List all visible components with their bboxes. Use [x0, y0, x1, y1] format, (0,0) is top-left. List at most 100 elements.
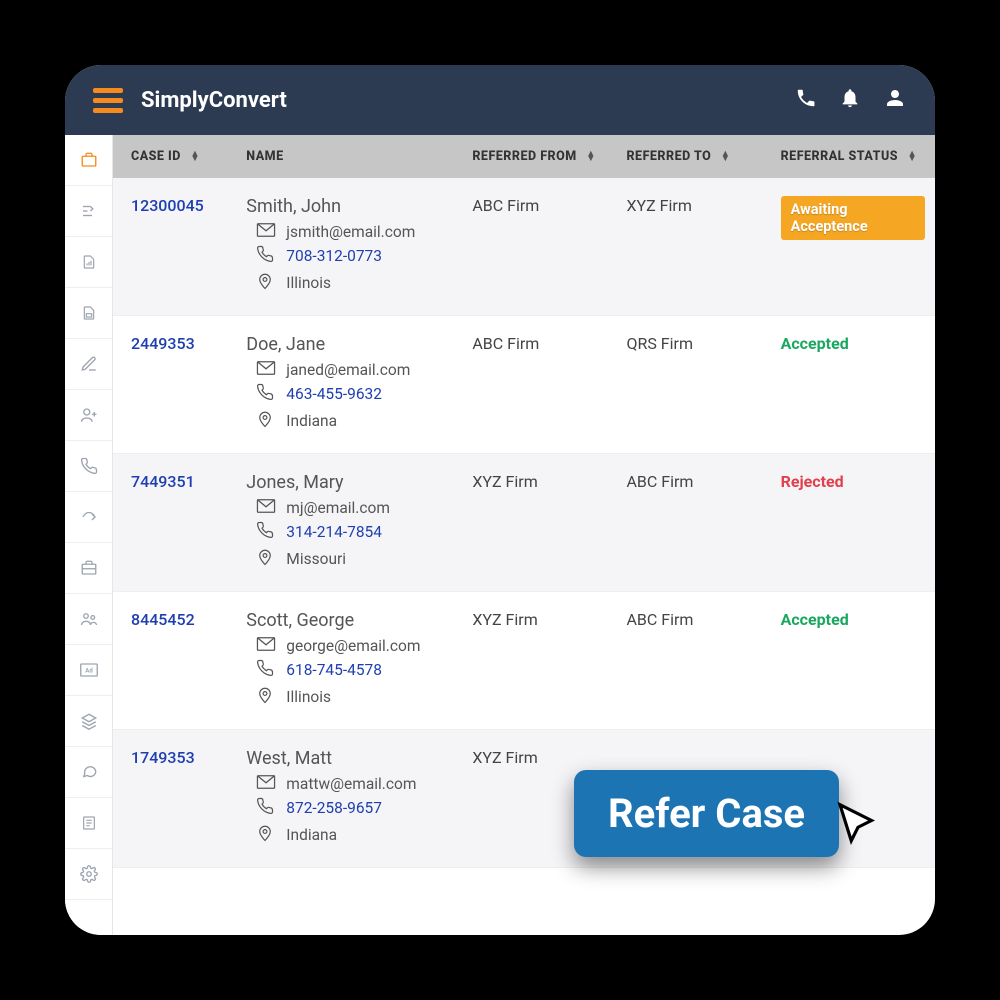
app-header: SimplyConvert: [65, 65, 935, 135]
refer-case-overlay: Refer Case: [574, 770, 885, 857]
sidebar-item-team[interactable]: [65, 594, 112, 645]
contact-email[interactable]: jsmith@email.com: [256, 223, 452, 241]
sidebar-item-briefcase[interactable]: [65, 543, 112, 594]
referred-from-cell: ABC Firm: [462, 178, 616, 316]
sidebar-item-cases[interactable]: [65, 135, 112, 186]
location-icon: [256, 685, 276, 709]
sidebar-item-list[interactable]: [65, 798, 112, 849]
location-icon: [256, 823, 276, 847]
sidebar-item-share[interactable]: [65, 492, 112, 543]
contact-location: Illinois: [256, 271, 452, 295]
app-title: SimplyConvert: [141, 88, 287, 113]
case-id-cell[interactable]: 1749353: [113, 730, 236, 868]
contact-email[interactable]: mj@email.com: [256, 499, 452, 517]
contact-location: Missouri: [256, 547, 452, 571]
col-header-from[interactable]: REFERRED FROM ▲▼: [462, 135, 616, 178]
phone-icon: [256, 383, 276, 405]
contact-location: Illinois: [256, 685, 452, 709]
referred-from-cell: ABC Firm: [462, 316, 616, 454]
contact-phone[interactable]: 463-455-9632: [256, 383, 452, 405]
referred-to-cell: ABC Firm: [616, 592, 770, 730]
contact-phone[interactable]: 708-312-0773: [256, 245, 452, 267]
referred-to-cell: XYZ Firm: [616, 178, 770, 316]
phone-icon: [256, 245, 276, 267]
status-rejected: Rejected: [781, 472, 844, 491]
sidebar-item-report-a[interactable]: [65, 237, 112, 288]
table-row[interactable]: 7449351 Jones, Mary mj@email.com 314-214…: [113, 454, 935, 592]
col-header-caseid[interactable]: CASE ID ▲▼: [113, 135, 236, 178]
app-window: SimplyConvert: [65, 65, 935, 935]
status-badge: Awaiting Acceptence: [781, 196, 925, 240]
location-icon: [256, 409, 276, 433]
contact-location: Indiana: [256, 409, 452, 433]
contact-name: Smith, John: [246, 196, 452, 217]
sort-icon: ▲▼: [721, 152, 730, 162]
name-cell: Scott, George george@email.com 618-745-4…: [236, 592, 462, 730]
referral-status-cell: Rejected: [771, 454, 935, 592]
referred-to-cell: ABC Firm: [616, 454, 770, 592]
phone-icon[interactable]: [795, 87, 817, 113]
case-id-cell[interactable]: 2449353: [113, 316, 236, 454]
phone-icon: [256, 659, 276, 681]
cursor-icon: [831, 798, 885, 856]
case-id-cell[interactable]: 7449351: [113, 454, 236, 592]
col-label: NAME: [246, 149, 283, 164]
header-actions: [795, 86, 907, 114]
location-icon: [256, 547, 276, 571]
mail-icon: [256, 499, 276, 517]
col-label: REFERRED FROM: [472, 149, 576, 164]
contact-email[interactable]: janed@email.com: [256, 361, 452, 379]
phone-icon: [256, 521, 276, 543]
referral-status-cell: Awaiting Acceptence: [771, 178, 935, 316]
sidebar-item-layers[interactable]: [65, 696, 112, 747]
name-cell: Smith, John jsmith@email.com 708-312-077…: [236, 178, 462, 316]
table-row[interactable]: 12300045 Smith, John jsmith@email.com 70…: [113, 178, 935, 316]
mail-icon: [256, 223, 276, 241]
case-id-cell[interactable]: 12300045: [113, 178, 236, 316]
sidebar-item-compose[interactable]: [65, 339, 112, 390]
contact-email[interactable]: george@email.com: [256, 637, 452, 655]
bell-icon[interactable]: [839, 87, 861, 113]
contact-phone[interactable]: 618-745-4578: [256, 659, 452, 681]
contact-name: Doe, Jane: [246, 334, 452, 355]
sidebar-item-flow[interactable]: [65, 186, 112, 237]
menu-button[interactable]: [93, 88, 123, 113]
col-header-status[interactable]: REFERRAL STATUS ▲▼: [771, 135, 935, 178]
status-accepted: Accepted: [781, 334, 849, 353]
name-cell: Doe, Jane janed@email.com 463-455-9632 I…: [236, 316, 462, 454]
referral-status-cell: Accepted: [771, 592, 935, 730]
user-icon[interactable]: [883, 86, 907, 114]
contact-location: Indiana: [256, 823, 452, 847]
referred-from-cell: XYZ Firm: [462, 592, 616, 730]
status-accepted: Accepted: [781, 610, 849, 629]
sort-icon: ▲▼: [190, 152, 199, 162]
referral-status-cell: Accepted: [771, 316, 935, 454]
table-row[interactable]: 8445452 Scott, George george@email.com 6…: [113, 592, 935, 730]
col-label: REFERRED TO: [626, 149, 711, 164]
sidebar-item-ads[interactable]: Ad: [65, 645, 112, 696]
sort-icon: ▲▼: [908, 152, 917, 162]
mail-icon: [256, 637, 276, 655]
contact-phone[interactable]: 314-214-7854: [256, 521, 452, 543]
phone-icon: [256, 797, 276, 819]
name-cell: West, Matt mattw@email.com 872-258-9657 …: [236, 730, 462, 868]
contact-email[interactable]: mattw@email.com: [256, 775, 452, 793]
sidebar-item-settings[interactable]: [65, 849, 112, 900]
refer-case-button[interactable]: Refer Case: [574, 770, 839, 857]
col-header-to[interactable]: REFERRED TO ▲▼: [616, 135, 770, 178]
cases-table: CASE ID ▲▼ NAME REFERRED FROM ▲▼ REFERRE…: [113, 135, 935, 868]
table-row[interactable]: 2449353 Doe, Jane janed@email.com 463-45…: [113, 316, 935, 454]
location-icon: [256, 271, 276, 295]
sidebar-item-calls[interactable]: [65, 441, 112, 492]
contact-name: Jones, Mary: [246, 472, 452, 493]
col-label: REFERRAL STATUS: [781, 149, 898, 164]
contact-phone[interactable]: 872-258-9657: [256, 797, 452, 819]
sidebar-item-report-b[interactable]: [65, 288, 112, 339]
sidebar-item-add-user[interactable]: [65, 390, 112, 441]
case-id-cell[interactable]: 8445452: [113, 592, 236, 730]
sidebar-item-chat[interactable]: [65, 747, 112, 798]
contact-name: Scott, George: [246, 610, 452, 631]
col-header-name[interactable]: NAME: [236, 135, 462, 178]
col-label: CASE ID: [131, 149, 181, 164]
mail-icon: [256, 361, 276, 379]
